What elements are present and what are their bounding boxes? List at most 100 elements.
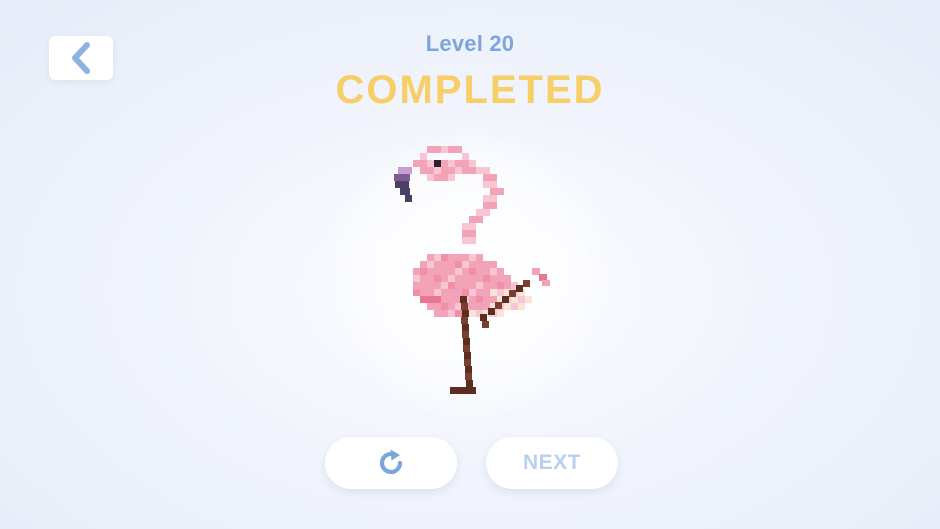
next-label: NEXT — [522, 451, 581, 474]
body-pixel — [462, 261, 469, 268]
body-pixel — [469, 282, 476, 289]
body-pixel — [427, 289, 434, 296]
head-pixel — [448, 167, 455, 174]
body-pixel — [420, 296, 427, 303]
body-pixel — [490, 289, 497, 296]
body-pixel — [441, 268, 448, 275]
body-pixel — [427, 275, 434, 282]
body-pixel — [441, 282, 448, 289]
leg-pixel — [465, 366, 472, 373]
body-pixel — [455, 289, 462, 296]
head-pixel — [441, 146, 448, 153]
body-pixel — [434, 303, 441, 310]
tail-pixel — [532, 268, 540, 275]
body-pixel — [483, 261, 490, 268]
head-pixel — [434, 167, 441, 174]
tail-pixel — [542, 280, 550, 286]
body-pixel — [420, 275, 427, 282]
head-pixel — [462, 160, 469, 167]
body-pixel — [483, 289, 490, 296]
body-pixel — [427, 261, 434, 268]
head-pixel — [420, 160, 427, 167]
body-pixel — [497, 275, 504, 282]
body-pixel — [441, 261, 448, 268]
body-pixel — [434, 268, 441, 275]
foot-pixel — [450, 387, 476, 394]
body-pixel — [420, 261, 427, 268]
body-pixel — [462, 254, 469, 261]
head-pixel — [427, 167, 434, 174]
body-pixel — [497, 268, 504, 275]
head-pixel — [420, 153, 427, 160]
replay-icon — [379, 449, 403, 475]
beak-pixel — [398, 167, 412, 174]
body-pixel — [490, 261, 497, 268]
body-pixel — [525, 296, 532, 303]
body-pixel — [448, 282, 455, 289]
body-pixel — [497, 282, 504, 289]
body-pixel — [448, 289, 455, 296]
head-pixel — [455, 167, 462, 174]
body-pixel — [469, 268, 476, 275]
leg-pixel — [509, 290, 516, 297]
beak-pixel — [400, 188, 410, 195]
head-pixel — [434, 174, 441, 181]
eye-pixel — [434, 160, 441, 167]
body-pixel — [469, 261, 476, 268]
body-pixel — [448, 254, 455, 261]
body-pixel — [455, 310, 462, 317]
body-pixel — [469, 310, 476, 317]
body-pixel — [448, 268, 455, 275]
body-pixel — [476, 268, 483, 275]
body-pixel — [441, 296, 448, 303]
body-pixel — [427, 296, 434, 303]
head-pixel — [427, 160, 434, 167]
head-pixel — [413, 160, 420, 167]
head-pixel — [448, 146, 455, 153]
body-pixel — [448, 303, 455, 310]
body-pixel — [469, 254, 476, 261]
body-pixel — [434, 289, 441, 296]
body-pixel — [413, 268, 420, 275]
leg-pixel — [523, 280, 530, 287]
body-pixel — [469, 296, 476, 303]
head-pixel — [455, 146, 462, 153]
body-pixel — [518, 303, 525, 310]
body-pixel — [511, 303, 518, 310]
body-pixel — [434, 275, 441, 282]
tail-pixel — [539, 274, 547, 281]
body-pixel — [455, 261, 462, 268]
body-pixel — [455, 303, 462, 310]
body-pixel — [497, 310, 504, 317]
head-pixel — [448, 160, 455, 167]
body-pixel — [483, 275, 490, 282]
replay-button[interactable] — [325, 437, 457, 489]
neck-pixel — [462, 223, 476, 230]
level-title: Level 20 — [425, 31, 515, 56]
body-pixel — [448, 261, 455, 268]
beak-pixel — [394, 174, 410, 181]
leg-pixel — [488, 308, 495, 315]
next-button[interactable]: NEXT — [486, 437, 618, 489]
body-pixel — [483, 282, 490, 289]
head-pixel — [427, 146, 434, 153]
body-pixel — [504, 303, 511, 310]
body-pixel — [483, 296, 490, 303]
leg-pixel — [502, 296, 509, 303]
leg-pixel — [460, 296, 467, 303]
body-pixel — [476, 296, 483, 303]
body-pixel — [476, 282, 483, 289]
head-pixel — [462, 167, 469, 174]
leg-pixel — [462, 331, 469, 338]
neck-pixel — [476, 167, 490, 174]
body-pixel — [427, 268, 434, 275]
body-pixel — [441, 310, 448, 317]
body-pixel — [455, 254, 462, 261]
body-pixel — [441, 303, 448, 310]
body-pixel — [476, 254, 483, 261]
body-pixel — [497, 289, 504, 296]
body-pixel — [434, 254, 441, 261]
leg-pixel — [516, 285, 523, 292]
body-pixel — [469, 289, 476, 296]
body-pixel — [483, 268, 490, 275]
